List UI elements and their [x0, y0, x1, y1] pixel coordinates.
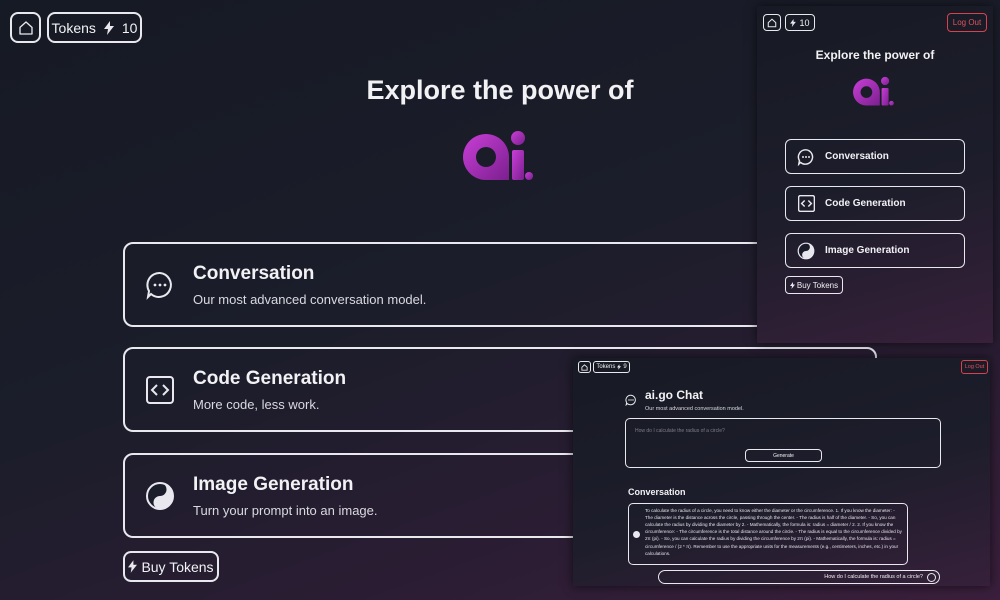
conversation-card[interactable]: Conversation — [785, 139, 965, 174]
home-icon — [581, 363, 588, 371]
chat-bubble-icon — [796, 147, 816, 167]
code-brackets-icon — [796, 194, 816, 214]
user-message: How do I calculate the radius of a circl… — [658, 570, 940, 584]
code-generation-card[interactable]: Code Generation — [785, 186, 965, 221]
prompt-input[interactable]: How do I calculate the radius of a circl… — [625, 418, 941, 468]
mobile-home-screenshot: 10 Log Out Explore the power of Conversa… — [757, 6, 993, 343]
conversation-heading: Conversation — [628, 487, 686, 497]
yin-yang-icon — [796, 241, 816, 261]
tokens-button[interactable]: 10 — [785, 14, 815, 31]
card-title: Code Generation — [825, 198, 906, 209]
chat-bubble-icon — [143, 268, 177, 302]
yin-yang-icon — [143, 479, 177, 513]
assistant-message: To calculate the radius of a circle, you… — [628, 503, 908, 565]
prompt-placeholder: How do I calculate the radius of a circl… — [635, 428, 725, 434]
lightning-icon — [790, 18, 797, 27]
buy-tokens-button[interactable]: Buy Tokens — [785, 276, 843, 294]
page-title: Explore the power of — [815, 48, 935, 62]
card-title: Conversation — [825, 151, 889, 162]
tokens-label: Tokens — [596, 364, 616, 370]
lightning-icon — [103, 20, 114, 35]
home-button[interactable] — [10, 12, 41, 43]
lightning-icon — [617, 364, 622, 370]
card-title: Code Generation — [193, 367, 347, 389]
buy-tokens-label: Buy Tokens — [141, 558, 214, 575]
tokens-button[interactable]: Tokens 9 — [593, 361, 630, 373]
generate-button[interactable]: Generate — [745, 449, 822, 462]
chat-bubble-icon — [625, 394, 636, 406]
card-title: Conversation — [193, 262, 315, 284]
buy-tokens-label: Buy Tokens — [796, 280, 839, 290]
tokens-count: 10 — [121, 19, 138, 36]
home-button[interactable] — [578, 361, 591, 373]
chat-title: ai.go Chat — [645, 388, 704, 402]
tokens-button[interactable]: Tokens 10 — [47, 12, 142, 43]
ai-logo — [463, 131, 533, 180]
user-avatar-icon — [927, 573, 936, 582]
tokens-label: Tokens — [51, 19, 96, 36]
home-icon — [18, 20, 33, 35]
user-message-text: How do I calculate the radius of a circl… — [824, 574, 923, 580]
card-title: Image Generation — [193, 473, 354, 495]
assistant-message-text: To calculate the radius of a circle, you… — [645, 508, 902, 556]
bot-avatar-icon — [633, 531, 640, 538]
logout-button[interactable]: Log Out — [961, 360, 988, 374]
code-brackets-icon — [143, 373, 177, 407]
buy-tokens-button[interactable]: Buy Tokens — [123, 551, 219, 582]
home-icon — [767, 18, 777, 27]
lightning-icon — [789, 281, 795, 289]
ai-logo — [853, 76, 894, 106]
tokens-count: 10 — [799, 17, 810, 28]
logout-button[interactable]: Log Out — [947, 13, 987, 32]
chat-subtitle: Our most advanced conversation model. — [645, 406, 744, 412]
image-generation-card[interactable]: Image Generation — [785, 233, 965, 268]
lightning-icon — [128, 560, 138, 573]
card-title: Image Generation — [825, 245, 910, 256]
tokens-count: 9 — [623, 364, 627, 370]
home-button[interactable] — [763, 14, 781, 31]
card-description: Turn your prompt into an image. — [193, 502, 378, 518]
chat-view-screenshot: Tokens 9 Log Out ai.go Chat Our most adv… — [573, 358, 990, 586]
card-description: Our most advanced conversation model. — [193, 291, 427, 307]
card-description: More code, less work. — [193, 396, 320, 412]
